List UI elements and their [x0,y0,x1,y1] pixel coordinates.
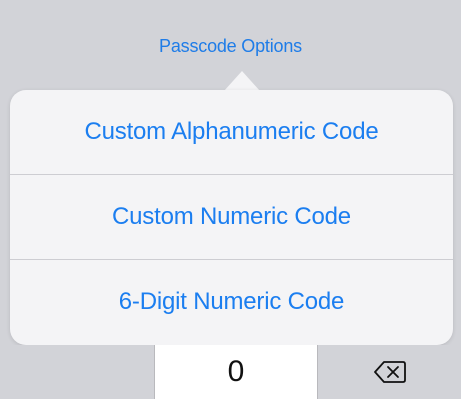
delete-key[interactable] [318,345,461,399]
passcode-screen: Passcode Options Custom Alphanumeric Cod… [0,0,461,399]
delete-backspace-icon [373,360,407,384]
passcode-options-popover: Custom Alphanumeric Code Custom Numeric … [10,90,453,345]
popover-arrow [224,71,260,91]
option-custom-numeric-code[interactable]: Custom Numeric Code [10,175,453,259]
passcode-options-button[interactable]: Passcode Options [0,36,461,57]
keypad-bottom-row: 0 [0,345,461,399]
option-6-digit-numeric-code[interactable]: 6-Digit Numeric Code [10,260,453,344]
key-0[interactable]: 0 [154,345,318,399]
empty-key [0,345,154,399]
option-custom-alphanumeric-code[interactable]: Custom Alphanumeric Code [10,90,453,174]
